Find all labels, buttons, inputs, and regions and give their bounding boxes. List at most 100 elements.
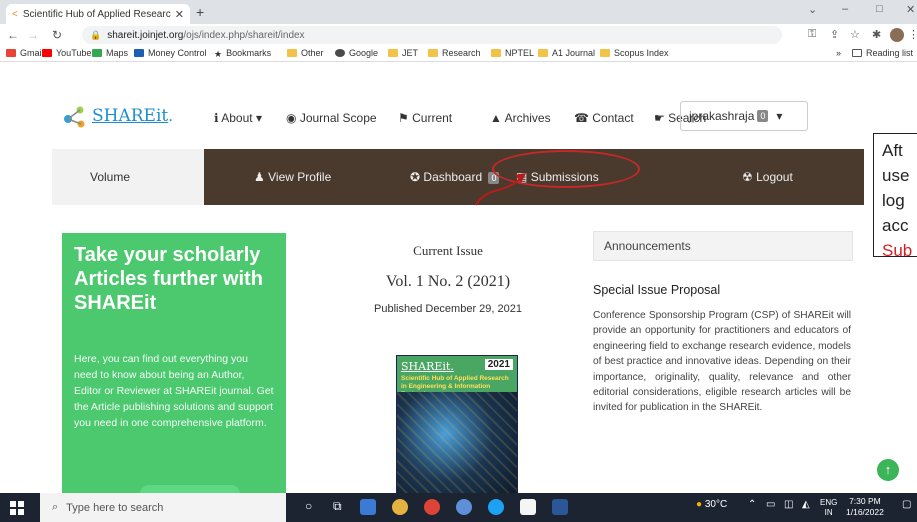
share-icon[interactable]: ⇪: [830, 28, 839, 41]
bookmark-jet[interactable]: JET: [388, 48, 418, 58]
close-window-icon[interactable]: ✕: [906, 3, 915, 16]
key-icon[interactable]: ⚿: [808, 28, 816, 41]
tab-title: Scientific Hub of Applied Researc: [22, 8, 171, 20]
menu-icon[interactable]: ⋮: [908, 28, 917, 41]
chevron-down-icon: ▾: [255, 111, 262, 125]
target-icon: ◉: [286, 111, 297, 125]
nav-contact[interactable]: ☎ Contact: [574, 111, 634, 125]
chevron-down-icon: ▾: [776, 109, 783, 123]
chrome-profile-icon[interactable]: [424, 499, 440, 515]
user-icon: ♟: [254, 170, 265, 184]
announcements-header: Announcements: [593, 231, 853, 261]
edge-icon[interactable]: [488, 499, 504, 515]
view-profile-link[interactable]: ♟ View Profile: [254, 170, 331, 184]
nav-current[interactable]: ⚑ Current: [398, 111, 452, 125]
moneycontrol-icon: [134, 49, 144, 57]
task-view-icon[interactable]: ⧉: [333, 499, 342, 514]
current-issue-label: Current Issue: [413, 243, 483, 258]
close-tab-icon[interactable]: ✕: [175, 8, 184, 21]
site-favicon-icon: <: [12, 8, 18, 20]
dashboard-icon: ✪: [410, 170, 421, 184]
bookmark-other[interactable]: Other: [287, 48, 324, 58]
maximize-icon[interactable]: □: [876, 3, 883, 15]
bookmark-google[interactable]: Google: [335, 48, 378, 58]
url-host: shareit.joinjet.org: [107, 29, 184, 41]
bookmark-scopus-index[interactable]: Scopus Index: [600, 48, 669, 58]
bookmark-youtube[interactable]: YouTube: [42, 48, 91, 58]
cortana-icon[interactable]: ○: [305, 499, 312, 513]
issue-published: Published December 29, 2021: [374, 303, 522, 315]
folder-icon: [491, 49, 501, 57]
taskbar-search-input[interactable]: ⌕ Type here to search: [40, 493, 286, 522]
back-icon[interactable]: ←: [4, 28, 22, 42]
windows-start-icon[interactable]: [10, 501, 24, 515]
folder-icon: [600, 49, 610, 57]
bookmarks-overflow-icon[interactable]: »: [836, 48, 841, 58]
star-icon: ★: [214, 49, 223, 59]
search-icon: ☛: [654, 111, 665, 125]
network-icon[interactable]: ◫: [784, 499, 793, 510]
reading-list-icon: [852, 49, 862, 57]
browser-tab-strip: < Scientific Hub of Applied Researc ✕ + …: [0, 0, 917, 24]
bookmark-a1-journal[interactable]: A1 Journal: [538, 48, 595, 58]
language-indicator[interactable]: ENG IN: [820, 498, 837, 518]
scroll-to-top-button[interactable]: ↑: [877, 459, 899, 481]
current-issue: Current Issue Vol. 1 No. 2 (2021) Publis…: [348, 243, 548, 315]
bookmark-bookmarks[interactable]: ★ Bookmarks: [214, 48, 271, 59]
google-icon: [335, 49, 345, 57]
chrome-icon[interactable]: [392, 499, 408, 515]
tray-overflow-icon[interactable]: ⌃: [748, 499, 756, 510]
url-input[interactable]: 🔒 shareit.joinjet.org/ojs/index.php/shar…: [82, 26, 782, 44]
contact-icon: ☎: [574, 111, 589, 125]
bookmarks-bar: Gmail YouTube Maps Money Control ★ Bookma…: [0, 46, 917, 62]
taskbar: ⌕ Type here to search ○ ⧉ ● 30°C ⌃ ▭ ◫ ◭…: [0, 493, 917, 522]
web-page: SHAREit. ℹ About ▾ ◉ Journal Scope ⚑ Cur…: [0, 63, 917, 493]
logout-link[interactable]: ☢ Logout: [742, 170, 793, 184]
star-icon[interactable]: ☆: [850, 28, 860, 41]
forward-icon[interactable]: →: [24, 28, 42, 42]
word-icon[interactable]: [552, 499, 568, 515]
weather-widget[interactable]: ● 30°C: [696, 499, 727, 510]
bookmark-research[interactable]: Research: [428, 48, 481, 58]
cover-artwork: [397, 392, 517, 493]
issue-volume[interactable]: Vol. 1 No. 2 (2021): [348, 273, 548, 291]
address-bar: ← → ↻ 🔒 shareit.joinjet.org/ojs/index.ph…: [0, 24, 917, 46]
bookmark-nptel[interactable]: NPTEL: [491, 48, 534, 58]
tab-search-icon[interactable]: ⌄: [808, 3, 817, 16]
taskbar-clock[interactable]: 7:30 PM 1/16/2022: [846, 496, 884, 518]
promo-button[interactable]: [140, 485, 240, 493]
file-explorer-icon[interactable]: [360, 499, 376, 515]
browser-tab[interactable]: < Scientific Hub of Applied Researc ✕: [6, 4, 190, 24]
profile-avatar[interactable]: [890, 28, 904, 42]
lock-icon: 🔒: [90, 29, 102, 40]
bookmark-gmail[interactable]: Gmail: [6, 48, 44, 58]
bookmark-money-control[interactable]: Money Control: [134, 48, 207, 58]
nav-archives[interactable]: ▲ Archives: [490, 111, 551, 125]
folder-icon: [287, 49, 297, 57]
battery-icon[interactable]: ▭: [766, 499, 775, 510]
store-icon[interactable]: [520, 499, 536, 515]
new-tab-icon[interactable]: +: [196, 4, 204, 20]
reload-icon[interactable]: ↻: [48, 28, 66, 42]
chrome-active-icon[interactable]: [456, 499, 472, 515]
site-logo[interactable]: SHAREit.: [62, 103, 173, 129]
volume-icon[interactable]: ◭: [802, 499, 810, 510]
announcement-title[interactable]: Special Issue Proposal: [593, 283, 720, 297]
nav-about[interactable]: ℹ About ▾: [214, 111, 262, 125]
minimize-icon[interactable]: –: [842, 3, 848, 15]
url-path: /ojs/index.php/shareit/index: [183, 29, 305, 41]
folder-icon: [428, 49, 438, 57]
notifications-icon[interactable]: ▢: [902, 499, 911, 510]
issue-cover-image[interactable]: SHAREit. 2021 Scientific Hub of Applied …: [396, 355, 518, 493]
user-menu[interactable]: jprakashraja 0 ▾: [680, 101, 808, 131]
annotation-callout: Aft use log acc Sub use: [873, 133, 917, 257]
volume-link[interactable]: Volume: [52, 149, 204, 205]
user-badge: 0: [757, 110, 769, 122]
extensions-icon[interactable]: ✱: [872, 28, 881, 41]
nav-journal-scope[interactable]: ◉ Journal Scope: [286, 111, 377, 125]
logo-mark-icon: [62, 103, 88, 129]
bookmark-maps[interactable]: Maps: [92, 48, 128, 58]
flag-icon: ⚑: [398, 111, 409, 125]
archive-icon: ▲: [490, 111, 502, 125]
reading-list[interactable]: Reading list: [852, 48, 913, 58]
